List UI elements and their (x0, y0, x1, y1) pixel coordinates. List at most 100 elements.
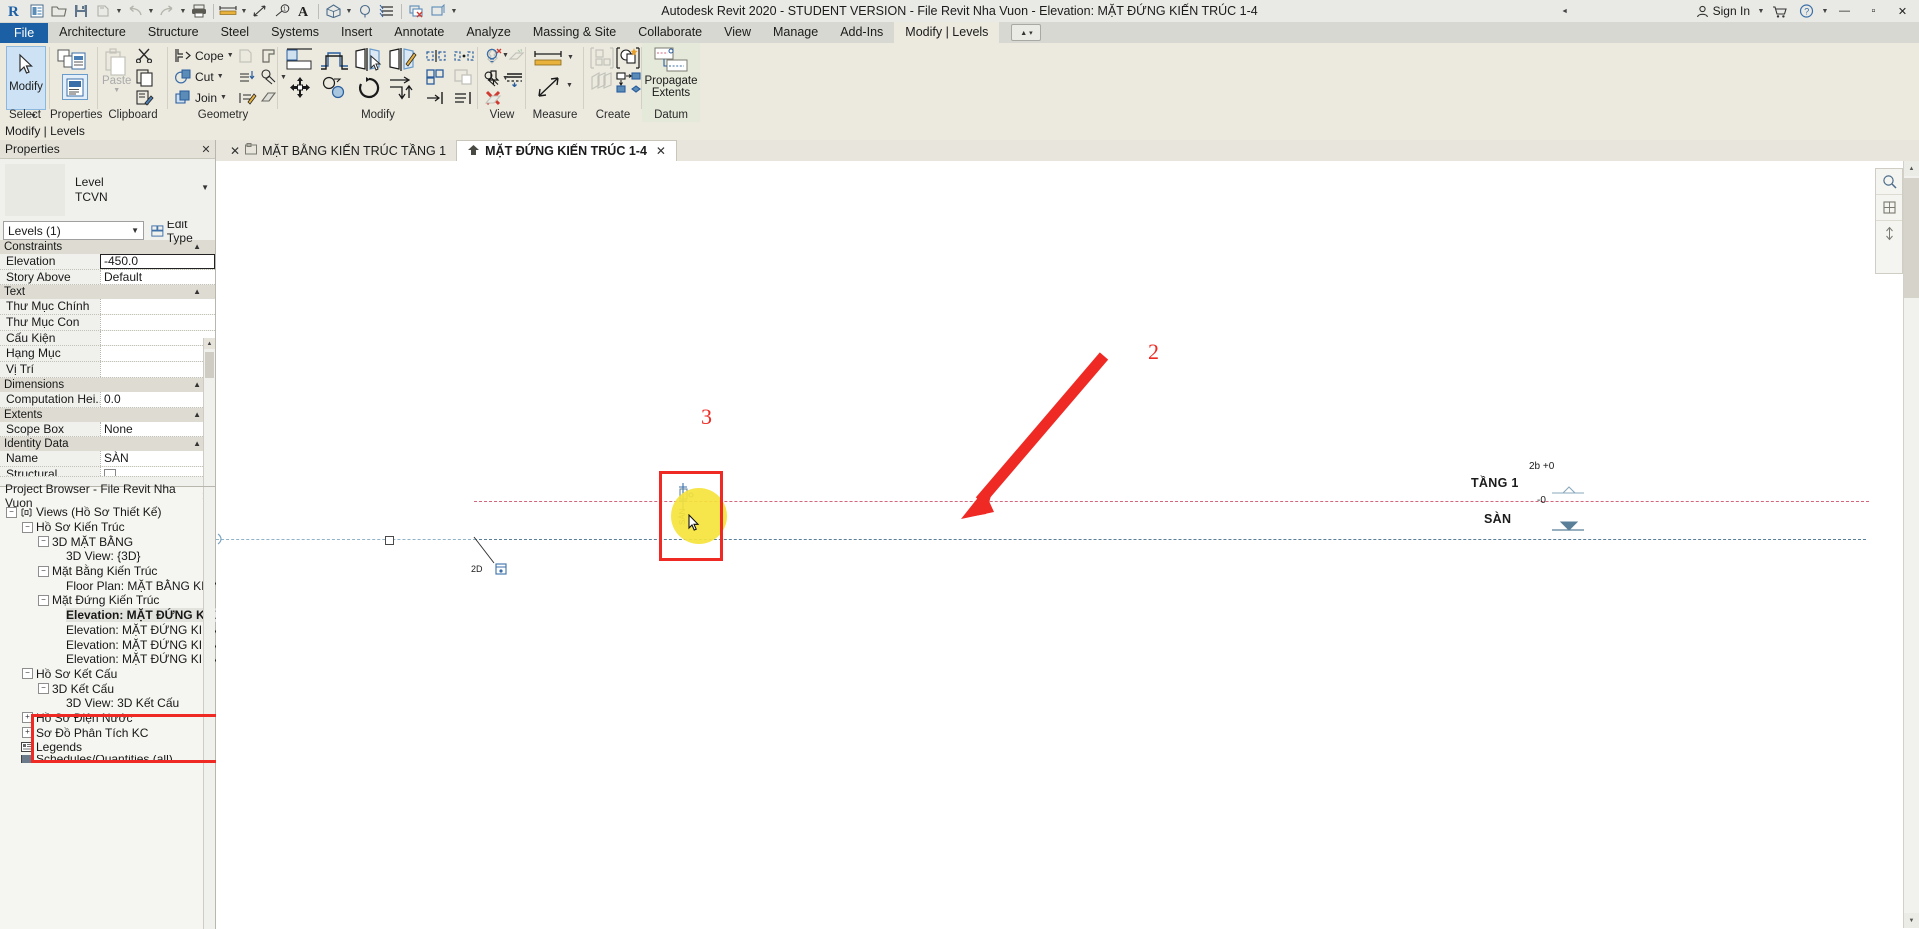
cut-dropdown-icon[interactable]: ▼ (217, 73, 224, 80)
tree-node-elevation-a-d[interactable]: Elevation: MẶT ĐỨNG KIẾN TRÚC A-D (0, 637, 279, 652)
tab-massing-site[interactable]: Massing & Site (522, 22, 627, 43)
level-label-san[interactable]: SÀN (1484, 512, 1511, 526)
ribbon-collapse-button[interactable]: ▲ ▾ (1011, 24, 1042, 41)
demolish-icon[interactable] (260, 48, 278, 67)
tree-node-elevation-d-a[interactable]: Elevation: MẶT ĐỨNG KIẾN TRÚC D-A (0, 652, 279, 667)
tab-insert[interactable]: Insert (330, 22, 383, 43)
tree-node-3d-ket-cau[interactable]: − 3D Kết Cấu (0, 681, 204, 696)
move-icon[interactable] (286, 76, 314, 103)
tab-collaborate[interactable]: Collaborate (627, 22, 713, 43)
tab-structure[interactable]: Structure (137, 22, 210, 43)
close-button[interactable]: ✕ (1888, 0, 1917, 22)
print-icon[interactable] (188, 0, 210, 22)
property-row-name[interactable]: Name SÀN (0, 451, 215, 467)
tree-node-mat-dung-kien-truc[interactable]: − Mặt Đứng Kiến Trúc (0, 593, 204, 608)
aligned-dimension-measure-icon[interactable]: ▼ (536, 75, 573, 102)
property-row-cau-kien[interactable]: Cấu Kiện (0, 330, 215, 347)
switch-windows-icon[interactable] (427, 0, 449, 22)
measure-between-references-icon[interactable]: ▼ (533, 49, 574, 72)
mirror-pick-axis-icon[interactable] (354, 48, 384, 75)
type-preview-dropdown-icon[interactable]: ▼ (201, 183, 209, 192)
mirror-draw-axis-icon[interactable] (388, 48, 418, 75)
property-row-elevation[interactable]: Elevation -450.0 (0, 254, 215, 270)
tab-analyze[interactable]: Analyze (455, 22, 521, 43)
render-in-cloud-icon[interactable] (508, 48, 525, 67)
zoom-tool-icon[interactable] (1876, 169, 1902, 195)
tree-node-3d-view-ket-cau[interactable]: 3D View: 3D Kết Cấu (0, 696, 204, 711)
trim-extend-corner-icon[interactable] (426, 69, 446, 88)
tag-icon[interactable]: 1 (271, 0, 293, 22)
steering-wheel-icon[interactable] (1876, 195, 1902, 221)
create-similar-icon[interactable] (590, 47, 614, 72)
edit-type-button[interactable]: Edit Type (148, 217, 212, 245)
save-as-icon[interactable] (92, 0, 114, 22)
property-value[interactable]: 0.0 (100, 391, 215, 407)
chevron-down-icon[interactable]: ▼ (131, 226, 139, 235)
property-value[interactable] (100, 315, 215, 330)
rotate-icon[interactable] (354, 76, 384, 103)
copy-icon[interactable] (136, 69, 154, 90)
project-browser-scrollbar[interactable] (203, 487, 215, 929)
close-hidden-windows-icon[interactable] (405, 0, 427, 22)
switch-join-order-icon[interactable] (238, 48, 257, 67)
measure-dropdown-icon-3[interactable]: ▼ (566, 82, 573, 89)
align-icon[interactable] (286, 48, 314, 75)
property-group-identity-data[interactable]: Identity Data ▲ (0, 437, 215, 452)
type-selector-combobox[interactable]: Levels (1) ▼ (3, 221, 144, 240)
switch-windows-dropdown-icon[interactable]: ▼ (449, 0, 459, 22)
default-3d-view-icon[interactable] (322, 0, 344, 22)
join-geometry-button[interactable]: Join ▼ (174, 90, 227, 105)
tab-modify-levels[interactable]: Modify | Levels (894, 22, 1000, 43)
cut-clipboard-icon[interactable] (135, 47, 154, 66)
expander-icon[interactable]: − (22, 668, 33, 680)
tree-node-elevation-4-1[interactable]: Elevation: MẶT ĐỨNG KIẾN TRÚC 4-1 (0, 623, 276, 638)
undo-icon[interactable] (124, 0, 146, 22)
property-value[interactable] (100, 346, 215, 362)
thin-lines-icon[interactable] (376, 0, 398, 22)
propagate-extents-icon[interactable] (654, 47, 688, 76)
scrollbar-thumb[interactable] (1904, 178, 1919, 298)
open-icon[interactable] (48, 0, 70, 22)
tab-manage[interactable]: Manage (762, 22, 829, 43)
paste-button[interactable]: Paste ▼ (102, 48, 131, 94)
cut-geometry-button[interactable]: Cut ▼ (174, 69, 224, 84)
paint-icon[interactable]: ▼ (260, 69, 287, 88)
measure-dropdown-icon-2[interactable]: ▼ (567, 54, 574, 61)
split-element-icon[interactable] (426, 49, 446, 66)
linework-icon[interactable] (506, 71, 524, 90)
property-value[interactable]: -450.0 (100, 254, 215, 269)
cope-dropdown-icon[interactable]: ▼ (227, 52, 234, 59)
tab-view[interactable]: View (713, 22, 762, 43)
maximize-button[interactable]: ▫ (1859, 0, 1888, 22)
aligned-dimension-icon[interactable] (249, 0, 271, 22)
tree-node-mat-bang-kien-truc[interactable]: − Mặt Bằng Kiến Trúc (0, 564, 204, 579)
view-tab-mat-bang-kien-truc-tang-1[interactable]: ✕ MẶT BẰNG KIẾN TRÚC TẦNG 1 (216, 140, 456, 161)
tree-node-ho-so-ket-cau[interactable]: − Hồ Sơ Kết Cấu (0, 667, 204, 682)
scrollbar-thumb[interactable] (205, 352, 214, 378)
tab-file[interactable]: File (0, 23, 49, 43)
properties-palette-button[interactable] (62, 74, 88, 100)
trim-single-icon[interactable] (426, 91, 446, 108)
offset-icon[interactable] (320, 48, 350, 75)
tree-node-3d-mat-bang[interactable]: − 3D MẶT BẰNG (0, 534, 204, 549)
tree-node-floor-plan[interactable]: Floor Plan: MẶT BẰNG KIẾN TRÚC TẦNG 1 (0, 578, 304, 593)
collapse-icon[interactable]: ▲ (193, 285, 215, 299)
properties-toggle-icon[interactable] (57, 47, 89, 76)
tree-node-elevation-1-4[interactable]: Elevation: MẶT ĐỨNG KIẾN TRÚC 1-4 (0, 608, 282, 623)
property-value[interactable] (100, 330, 215, 346)
search-prev-icon[interactable]: ◄ (1560, 0, 1570, 22)
collapse-icon[interactable]: ▲ (193, 240, 215, 254)
property-row-computation-height[interactable]: Computation Hei... 0.0 (0, 391, 215, 408)
extend-single-icon[interactable] (454, 91, 474, 108)
property-value[interactable] (100, 362, 215, 377)
expander-icon[interactable]: − (38, 536, 49, 548)
scroll-up-icon[interactable]: ▲ (1904, 161, 1919, 176)
revit-logo-icon[interactable]: R (4, 0, 26, 22)
property-group-extents[interactable]: Extents ▲ (0, 407, 215, 422)
modify-button[interactable]: Modify (6, 46, 46, 110)
match-type-properties-icon[interactable] (136, 90, 154, 110)
pan-icon[interactable] (1876, 221, 1902, 246)
expander-icon[interactable]: − (38, 594, 49, 606)
property-row-thu-muc-chinh[interactable]: Thư Mục Chính (0, 299, 215, 316)
tab-steel[interactable]: Steel (210, 22, 261, 43)
